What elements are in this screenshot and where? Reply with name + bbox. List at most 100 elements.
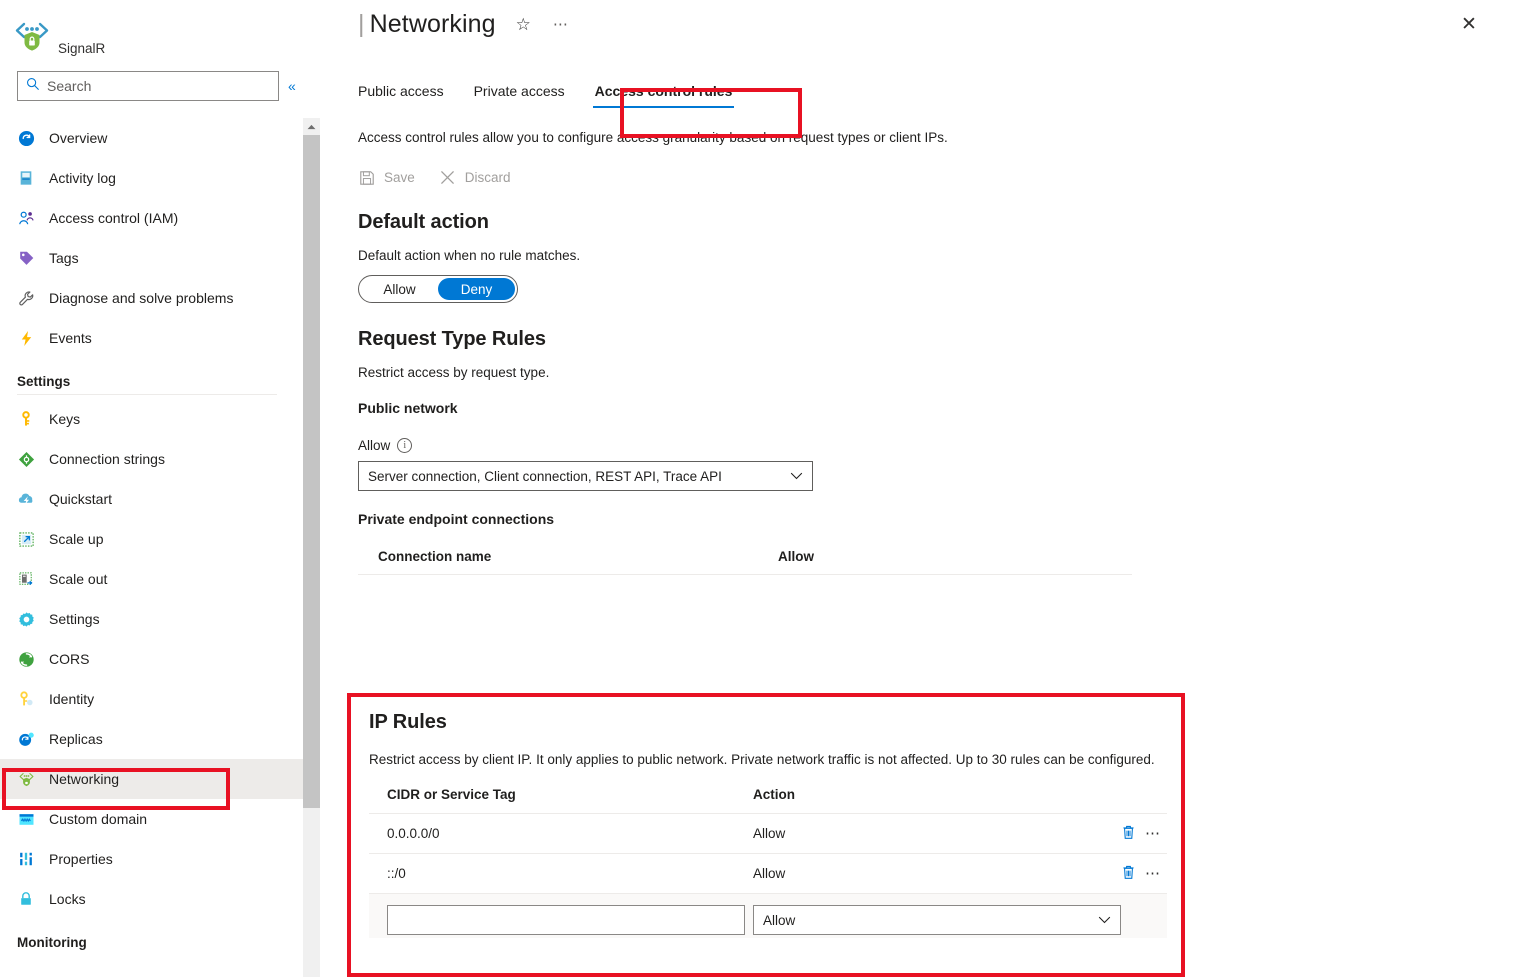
search-input[interactable] xyxy=(17,71,279,101)
sidebar-item-diagnose-and-solve-problems[interactable]: Diagnose and solve problems xyxy=(0,278,303,318)
default-action-option-allow[interactable]: Allow xyxy=(361,278,438,300)
sidebar-item-label: Networking xyxy=(49,771,119,787)
chevron-double-left-icon[interactable]: « xyxy=(288,79,296,93)
close-icon[interactable]: ✕ xyxy=(1454,9,1484,39)
sidebar-item-label: Overview xyxy=(49,130,107,146)
tab-label: Access control rules xyxy=(595,83,733,99)
ellipsis-icon[interactable]: ⋯ xyxy=(1145,826,1161,841)
sidebar-item-locks[interactable]: Locks xyxy=(0,879,303,919)
table-row[interactable]: ::/0 Allow ⋯ xyxy=(369,854,1167,894)
star-icon[interactable]: ☆ xyxy=(516,16,531,33)
page-title: |Networking xyxy=(358,10,496,39)
identity-icon xyxy=(17,690,35,708)
quickstart-icon xyxy=(17,490,35,508)
request-type-rules-description: Restrict access by request type. xyxy=(320,365,1536,380)
sidebar-item-overview[interactable]: Overview xyxy=(0,118,303,158)
sidebar-group-settings: Settings xyxy=(0,358,303,394)
cell-action: Allow xyxy=(753,826,1083,841)
default-action-toggle[interactable]: Allow Deny xyxy=(358,275,518,303)
sidebar-item-label: Activity log xyxy=(49,170,116,186)
sidebar-item-events[interactable]: Events xyxy=(0,318,303,358)
sidebar-item-custom-domain[interactable]: Custom domain xyxy=(0,799,303,839)
tab-private-access[interactable]: Private access xyxy=(459,83,580,108)
info-icon[interactable]: i xyxy=(397,438,412,453)
sidebar-item-access-control-iam[interactable]: Access control (IAM) xyxy=(0,198,303,238)
sidebar-item-identity[interactable]: Identity xyxy=(0,679,303,719)
sidebar-divider xyxy=(17,394,277,395)
sidebar-item-label: Replicas xyxy=(49,731,103,747)
scroll-up-arrow-icon[interactable] xyxy=(303,118,320,135)
row-actions: ⋯ xyxy=(1121,864,1167,883)
ip-rules-description: Restrict access by client IP. It only ap… xyxy=(369,750,1175,769)
gear-icon xyxy=(17,610,35,628)
column-header-allow: Allow xyxy=(778,549,814,564)
chevron-down-icon xyxy=(790,469,803,483)
new-cidr-input[interactable] xyxy=(387,905,745,935)
default-action-option-deny[interactable]: Deny xyxy=(438,278,515,300)
overview-icon xyxy=(17,129,35,147)
search-row: « xyxy=(0,70,303,102)
new-action-dropdown[interactable]: Allow xyxy=(753,905,1121,935)
sidebar-item-networking[interactable]: Networking xyxy=(0,759,303,799)
sidebar-scrollbar[interactable] xyxy=(303,118,320,977)
title-separator: | xyxy=(358,10,365,38)
resource-sidebar: SignalR « Overview xyxy=(0,0,303,977)
sidebar-item-cors[interactable]: CORS xyxy=(0,639,303,679)
sidebar-item-settings[interactable]: Settings xyxy=(0,599,303,639)
networking-icon xyxy=(17,770,35,788)
command-bar: Save Discard xyxy=(320,169,1536,186)
default-action-description: Default action when no rule matches. xyxy=(320,248,1536,263)
azure-portal-blade: SignalR « Overview xyxy=(0,0,1536,977)
key-icon xyxy=(17,410,35,428)
save-button[interactable]: Save xyxy=(358,169,415,186)
tab-description: Access control rules allow you to config… xyxy=(320,130,1536,145)
discard-label: Discard xyxy=(465,170,511,185)
scrollbar-thumb[interactable] xyxy=(303,135,320,808)
ellipsis-icon[interactable]: ⋯ xyxy=(553,17,568,32)
dropdown-value: Server connection, Client connection, RE… xyxy=(368,469,722,484)
request-type-rules-heading: Request Type Rules xyxy=(320,328,1536,351)
sidebar-item-label: Scale up xyxy=(49,531,103,547)
networking-blade: |Networking ☆ ⋯ ✕ Public access Private … xyxy=(320,0,1536,977)
replicas-icon xyxy=(17,730,35,748)
tab-public-access[interactable]: Public access xyxy=(358,83,459,108)
ip-rules-table: CIDR or Service Tag Action 0.0.0.0/0 All… xyxy=(369,787,1167,938)
trash-icon[interactable] xyxy=(1121,824,1136,843)
search-field[interactable] xyxy=(47,78,270,94)
cell-cidr: ::/0 xyxy=(387,866,753,881)
table-row[interactable]: 0.0.0.0/0 Allow ⋯ xyxy=(369,814,1167,854)
table-header-row: Connection name Allow xyxy=(358,541,1132,575)
sidebar-item-label: Diagnose and solve problems xyxy=(49,290,233,306)
tab-label: Private access xyxy=(474,83,565,99)
public-network-allow-dropdown[interactable]: Server connection, Client connection, RE… xyxy=(358,461,813,491)
sidebar-item-activity-log[interactable]: Activity log xyxy=(0,158,303,198)
sidebar-item-properties[interactable]: Properties xyxy=(0,839,303,879)
sidebar-nav-list: Overview Activity log Access control (IA… xyxy=(0,118,303,977)
save-icon xyxy=(358,169,375,186)
sidebar-item-keys[interactable]: Keys xyxy=(0,399,303,439)
trash-icon[interactable] xyxy=(1121,864,1136,883)
sidebar-item-label: Scale out xyxy=(49,571,107,587)
connection-strings-icon xyxy=(17,450,35,468)
iam-icon xyxy=(17,209,35,227)
default-action-heading: Default action xyxy=(320,211,1536,234)
private-endpoint-connections-table: Connection name Allow xyxy=(320,541,1132,575)
ellipsis-icon[interactable]: ⋯ xyxy=(1145,866,1161,881)
row-actions: ⋯ xyxy=(1121,824,1167,843)
sidebar-item-replicas[interactable]: Replicas xyxy=(0,719,303,759)
allow-label: Allow xyxy=(358,438,390,453)
events-icon xyxy=(17,329,35,347)
scale-out-icon xyxy=(17,570,35,588)
sidebar-item-scale-out[interactable]: Scale out xyxy=(0,559,303,599)
cors-icon xyxy=(17,650,35,668)
sidebar-item-label: Locks xyxy=(49,891,86,907)
cell-action: Allow xyxy=(753,866,1083,881)
tab-access-control-rules[interactable]: Access control rules xyxy=(580,83,748,108)
signalr-icon xyxy=(12,16,52,56)
private-endpoint-connections-heading: Private endpoint connections xyxy=(320,511,1536,527)
sidebar-item-connection-strings[interactable]: Connection strings xyxy=(0,439,303,479)
sidebar-item-quickstart[interactable]: Quickstart xyxy=(0,479,303,519)
sidebar-item-tags[interactable]: Tags xyxy=(0,238,303,278)
discard-button[interactable]: Discard xyxy=(439,169,511,186)
sidebar-item-scale-up[interactable]: Scale up xyxy=(0,519,303,559)
